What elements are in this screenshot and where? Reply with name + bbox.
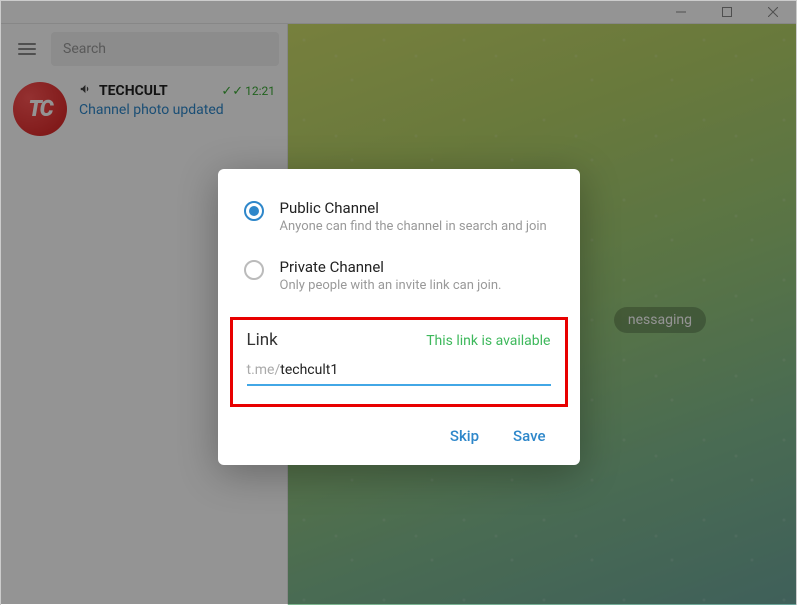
skip-button[interactable]: Skip [450,427,479,445]
link-value: techcult1 [280,362,338,378]
private-option-desc: Only people with an invite link can join… [280,278,502,293]
save-button[interactable]: Save [513,427,545,445]
radio-unchecked-icon [244,260,264,280]
modal-overlay: Public Channel Anyone can find the chann… [1,1,796,604]
public-option-desc: Anyone can find the channel in search an… [280,219,547,234]
link-prefix: t.me/ [247,362,281,378]
channel-type-dialog: Public Channel Anyone can find the chann… [218,169,580,465]
app-window: Search TC TECHCULT ✓✓ [0,0,797,605]
link-label: Link [247,330,278,350]
public-channel-option[interactable]: Public Channel Anyone can find the chann… [244,199,554,234]
link-input[interactable]: t.me/techcult1 [247,362,551,386]
radio-checked-icon [244,201,264,221]
private-channel-option[interactable]: Private Channel Only people with an invi… [244,258,554,293]
link-availability-status: This link is available [426,333,550,349]
dialog-actions: Skip Save [244,421,554,449]
public-option-title: Public Channel [280,199,547,217]
link-header: Link This link is available [247,330,551,350]
link-section-highlight: Link This link is available t.me/techcul… [230,317,568,407]
private-option-title: Private Channel [280,258,502,276]
